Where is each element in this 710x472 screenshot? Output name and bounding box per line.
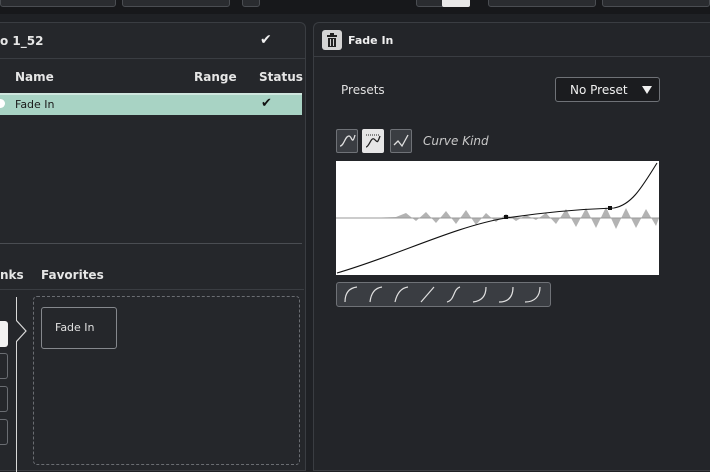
tab-underline	[0, 289, 304, 290]
toolbar-button-6[interactable]	[602, 0, 710, 7]
toolbar-button-2[interactable]	[122, 0, 230, 7]
shape-preset-4-icon[interactable]	[420, 286, 435, 303]
slot-4[interactable]	[0, 419, 8, 445]
slot-2[interactable]	[0, 353, 8, 379]
chevron-right-icon	[16, 320, 27, 342]
preset-dropdown[interactable]: No Preset	[555, 77, 660, 102]
shape-preset-8-icon[interactable]	[524, 286, 541, 303]
slot-selected[interactable]	[0, 321, 8, 347]
row-status-check-icon: ✔	[261, 96, 272, 111]
row-indicator-icon	[0, 99, 5, 108]
fade-curve-graph[interactable]	[336, 161, 659, 275]
left-panel-title: o 1_52	[0, 34, 44, 48]
curve-point[interactable]	[608, 206, 612, 210]
right-panel: Fade In Presets No Preset Curve Kind	[313, 22, 710, 471]
linear-curve-button[interactable]	[390, 129, 412, 153]
linear-curve-icon	[393, 134, 409, 148]
slot-3[interactable]	[0, 386, 8, 412]
shape-preset-3-icon[interactable]	[394, 286, 409, 303]
damped-spline-button[interactable]	[362, 129, 384, 153]
column-header-status[interactable]: Status	[259, 70, 303, 84]
curve-point[interactable]	[504, 215, 508, 219]
shape-preset-7-icon[interactable]	[498, 286, 514, 303]
toolbar-button-3[interactable]	[242, 0, 260, 7]
shape-preset-2-icon[interactable]	[369, 286, 383, 303]
spline-curve-icon	[339, 134, 356, 147]
fade-in-card[interactable]: Fade In	[41, 307, 117, 349]
fade-in-card-label: Fade In	[55, 321, 95, 334]
top-toolbar	[0, 0, 710, 14]
shape-preset-1-icon[interactable]	[344, 286, 358, 303]
shape-preset-5-icon[interactable]	[446, 286, 461, 303]
left-panel-header: o 1_52 ✔	[0, 23, 305, 59]
shape-preset-6-icon[interactable]	[472, 286, 487, 303]
column-header-range[interactable]: Range	[194, 70, 237, 84]
tab-favorites[interactable]: Favorites	[41, 268, 104, 282]
toolbar-toggle[interactable]	[442, 0, 470, 7]
checkmark-icon[interactable]: ✔	[260, 32, 272, 48]
tab-links[interactable]: nks	[0, 268, 24, 282]
table-row[interactable]: Fade In ✔	[0, 93, 302, 115]
presets-label: Presets	[341, 83, 385, 97]
right-panel-title: Fade In	[348, 34, 394, 47]
curve-kind-label: Curve Kind	[423, 134, 489, 148]
right-panel-header: Fade In	[314, 23, 710, 57]
panel-divider[interactable]	[0, 243, 302, 244]
trash-icon[interactable]	[322, 30, 342, 50]
row-name: Fade In	[15, 98, 55, 111]
dropdown-arrow-icon	[642, 86, 652, 94]
toolbar-button-1[interactable]	[0, 0, 116, 7]
toolbar-button-5[interactable]	[488, 0, 596, 7]
damped-spline-icon	[365, 134, 381, 148]
fade-curve-display[interactable]	[336, 161, 659, 275]
spline-curve-button[interactable]	[336, 129, 358, 153]
left-panel: o 1_52 ✔ Name Range Status Fade In ✔ nks…	[0, 22, 306, 472]
fade-shape-presets[interactable]	[336, 282, 551, 307]
column-header-name[interactable]: Name	[15, 70, 54, 84]
preset-value: No Preset	[570, 83, 628, 97]
